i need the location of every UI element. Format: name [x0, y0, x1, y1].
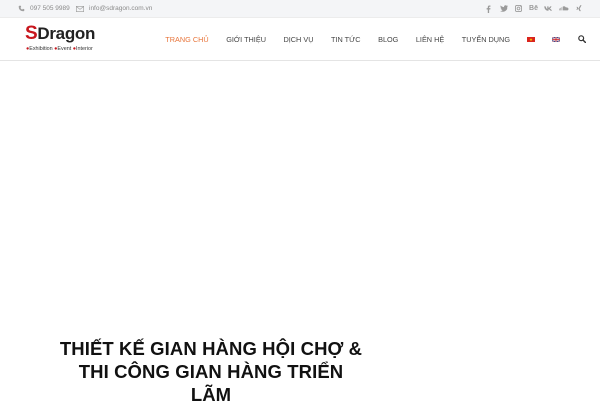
nav-item-trang-chu[interactable]: Trang chủ — [165, 35, 208, 44]
behance-icon[interactable]: Bē — [526, 0, 541, 17]
search-icon — [578, 35, 586, 43]
tagline-interior: Interior — [75, 46, 93, 52]
hero-section: THIẾT KẾ GIAN HÀNG HỘI CHỢ & THI CÔNG GI… — [0, 61, 600, 405]
logo-letter-s: S — [25, 23, 38, 44]
hero-title-line-2: THI CÔNG GIAN HÀNG TRIỂN — [78, 361, 344, 382]
xing-icon[interactable] — [571, 0, 586, 17]
envelope-icon — [76, 5, 84, 12]
tagline-exhibition: Exhibition — [29, 46, 53, 52]
phone-number: 097 505 9989 — [30, 5, 70, 12]
main-navigation: Trang chủ Giới thiệu Dịch vụ Tin tức Blo… — [148, 18, 586, 60]
nav-item-dich-vu[interactable]: Dịch vụ — [283, 35, 313, 44]
logo-word-dragon: Dragon — [37, 24, 96, 43]
nav-item-tuyen-dung[interactable]: Tuyển dụng — [462, 35, 510, 44]
social-links: Bē — [481, 0, 586, 17]
instagram-icon[interactable] — [511, 0, 526, 17]
top-bar: 097 505 9989 info@sdragon.com.vn Bē — [0, 0, 600, 18]
facebook-icon[interactable] — [481, 0, 496, 17]
nav-item-lien-he[interactable]: Liên hệ — [416, 35, 444, 44]
hero-title: THIẾT KẾ GIAN HÀNG HỘI CHỢ & THI CÔNG GI… — [40, 337, 382, 406]
search-button[interactable] — [578, 35, 586, 43]
tagline-event: Event — [57, 46, 72, 52]
phone-contact[interactable]: 097 505 9989 — [18, 0, 70, 17]
soundcloud-icon[interactable] — [556, 0, 571, 17]
vk-icon[interactable] — [541, 0, 556, 17]
email-address: info@sdragon.com.vn — [89, 5, 153, 12]
phone-icon — [18, 5, 25, 12]
hero-title-line-1: THIẾT KẾ GIAN HÀNG HỘI CHỢ & — [59, 338, 363, 359]
english-flag-icon[interactable] — [552, 36, 560, 42]
vietnamese-flag-icon[interactable] — [527, 36, 535, 42]
logo-tagline: ●Exhibition ●Event ●Interior — [26, 46, 93, 52]
main-header: SDragon ●Exhibition ●Event ●Interior Tra… — [0, 18, 600, 61]
nav-item-tin-tuc[interactable]: Tin tức — [331, 35, 361, 44]
twitter-icon[interactable] — [496, 0, 511, 17]
nav-item-blog[interactable]: Blog — [378, 35, 398, 44]
nav-item-gioi-thieu[interactable]: Giới thiệu — [226, 35, 266, 44]
email-contact[interactable]: info@sdragon.com.vn — [76, 0, 152, 17]
logo-wordmark: SDragon — [25, 23, 95, 45]
hero-title-line-3: LÃM — [190, 384, 232, 405]
sdragon-logo[interactable]: SDragon ●Exhibition ●Event ●Interior — [25, 23, 105, 57]
